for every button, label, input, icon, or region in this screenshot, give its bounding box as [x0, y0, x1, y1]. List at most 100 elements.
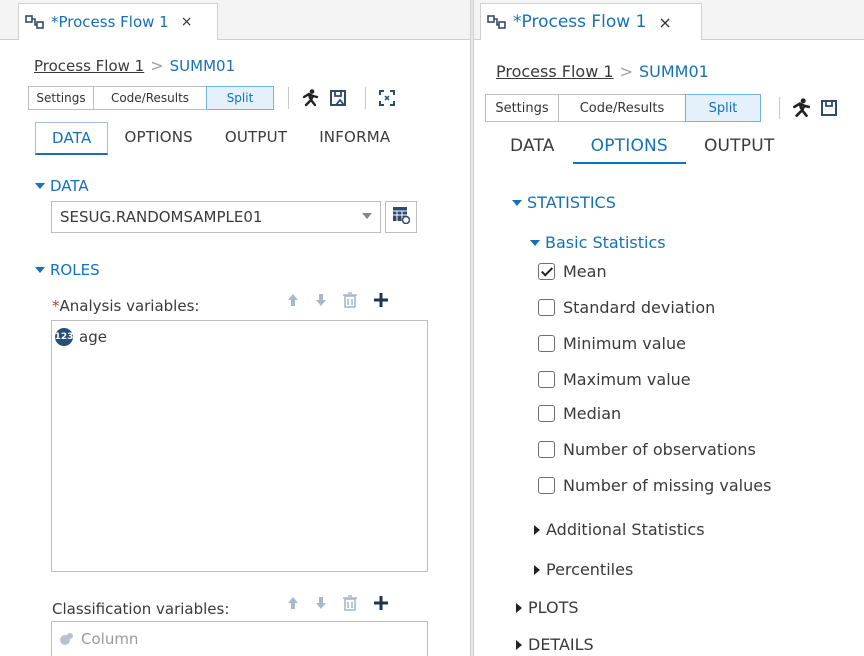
std-dev-checkbox[interactable] [538, 299, 555, 316]
basic-statistics-header[interactable]: Basic Statistics [530, 233, 666, 252]
roles-section-header[interactable]: ROLES [35, 261, 100, 279]
mean-checkbox[interactable] [538, 263, 555, 280]
max-value-checkbox-row[interactable]: Maximum value [538, 370, 691, 389]
view-toolbar: Settings Code/Results Split [28, 86, 404, 110]
tab-title: *Process Flow 1 [513, 12, 647, 32]
collapsed-caret-icon [516, 639, 522, 650]
chevron-down-icon [362, 213, 372, 219]
classification-toolbar [287, 595, 389, 611]
tab-output[interactable]: OUTPUT [686, 130, 793, 164]
save-icon[interactable] [818, 97, 840, 119]
tab-title: *Process Flow 1 [51, 13, 169, 31]
additional-statistics-header[interactable]: Additional Statistics [534, 520, 705, 539]
median-checkbox-row[interactable]: Median [538, 404, 621, 423]
num-obs-checkbox-row[interactable]: Number of observations [538, 440, 756, 459]
sub-tabs: DATA OPTIONS OUTPUT [492, 130, 792, 164]
process-flow-icon [25, 14, 45, 30]
move-up-icon[interactable] [287, 596, 299, 610]
split-button[interactable]: Split [206, 86, 274, 110]
breadcrumb: Process Flow 1 > SUMM01 [34, 56, 235, 75]
expand-caret-icon [530, 239, 540, 246]
code-results-button[interactable]: Code/Results [93, 86, 207, 110]
breadcrumb-parent-link[interactable]: Process Flow 1 [496, 62, 614, 81]
list-item[interactable]: 123 age [55, 328, 107, 346]
median-checkbox[interactable] [538, 405, 555, 422]
toolbar-separator [779, 97, 780, 119]
tab-process-flow[interactable]: *Process Flow 1 × [18, 3, 218, 40]
run-icon[interactable] [790, 97, 812, 119]
split-button[interactable]: Split [685, 94, 761, 122]
toolbar-separator [365, 87, 366, 109]
close-icon[interactable]: × [658, 13, 671, 32]
num-obs-checkbox[interactable] [538, 441, 555, 458]
right-pane: *Process Flow 1 × Process Flow 1 > SUMM0… [474, 0, 864, 656]
statistics-section-header[interactable]: STATISTICS [512, 193, 616, 212]
breadcrumb-current: SUMM01 [638, 62, 709, 81]
toolbar-separator [288, 87, 289, 109]
std-dev-checkbox-row[interactable]: Standard deviation [538, 298, 715, 317]
num-missing-checkbox[interactable] [538, 477, 555, 494]
plots-header[interactable]: PLOTS [516, 598, 579, 617]
dataset-value: SESUG.RANDOMSAMPLE01 [60, 208, 263, 226]
analysis-toolbar [287, 292, 389, 308]
tab-data[interactable]: DATA [492, 130, 573, 164]
collapsed-caret-icon [534, 564, 540, 575]
maximize-icon[interactable] [376, 87, 398, 109]
column-placeholder: Column [59, 630, 138, 648]
tab-information[interactable]: INFORMA [303, 122, 406, 155]
tab-data[interactable]: DATA [35, 122, 109, 155]
breadcrumb-current: SUMM01 [169, 56, 236, 75]
classification-variables-label: Classification variables: [52, 600, 230, 618]
collapsed-caret-icon [534, 524, 540, 535]
expand-caret-icon [35, 183, 45, 189]
min-value-checkbox-row[interactable]: Minimum value [538, 334, 686, 353]
left-pane: *Process Flow 1 × Process Flow 1 > SUMM0… [0, 0, 470, 656]
view-toolbar: Settings Code/Results Split [485, 94, 846, 122]
save-icon[interactable] [327, 87, 349, 109]
details-header[interactable]: DETAILS [516, 635, 594, 654]
expand-caret-icon [512, 199, 522, 206]
tab-strip: *Process Flow 1 × [0, 0, 470, 40]
tab-options[interactable]: OPTIONS [108, 122, 208, 155]
process-flow-icon [487, 14, 507, 30]
min-value-checkbox[interactable] [538, 335, 555, 352]
numeric-variable-icon: 123 [55, 328, 73, 346]
run-icon[interactable] [299, 87, 321, 109]
trash-icon[interactable] [343, 292, 357, 308]
analysis-variables-label: *Analysis variables: [52, 297, 200, 315]
settings-button[interactable]: Settings [485, 94, 559, 122]
tab-output[interactable]: OUTPUT [209, 122, 303, 155]
move-down-icon[interactable] [315, 596, 327, 610]
table-icon [392, 206, 411, 228]
num-missing-checkbox-row[interactable]: Number of missing values [538, 476, 771, 495]
code-results-button[interactable]: Code/Results [558, 94, 686, 122]
move-up-icon[interactable] [287, 293, 299, 307]
mean-checkbox-row[interactable]: Mean [538, 262, 607, 281]
close-icon[interactable]: × [181, 14, 193, 30]
percentiles-header[interactable]: Percentiles [534, 560, 633, 579]
column-icon [60, 633, 73, 645]
tab-options[interactable]: OPTIONS [572, 130, 686, 164]
tab-process-flow[interactable]: *Process Flow 1 × [480, 3, 702, 40]
settings-button[interactable]: Settings [28, 86, 94, 110]
trash-icon[interactable] [343, 595, 357, 611]
dataset-select[interactable]: SESUG.RANDOMSAMPLE01 [51, 201, 381, 233]
breadcrumb-separator: > [619, 62, 633, 81]
table-properties-button[interactable] [385, 201, 417, 233]
breadcrumb-separator: > [150, 56, 164, 75]
breadcrumb-parent-link[interactable]: Process Flow 1 [34, 57, 144, 75]
max-value-checkbox[interactable] [538, 371, 555, 388]
add-icon[interactable] [373, 595, 389, 611]
add-icon[interactable] [373, 292, 389, 308]
breadcrumb: Process Flow 1 > SUMM01 [496, 62, 709, 81]
data-section-header[interactable]: DATA [35, 177, 89, 195]
collapsed-caret-icon [516, 602, 522, 613]
expand-caret-icon [35, 267, 45, 273]
classification-variables-list[interactable]: Column [51, 621, 428, 656]
sub-tabs: DATA OPTIONS OUTPUT INFORMA [35, 122, 406, 155]
tab-strip: *Process Flow 1 × [474, 0, 864, 40]
move-down-icon[interactable] [315, 293, 327, 307]
analysis-variables-list[interactable]: 123 age [51, 320, 428, 572]
required-marker: * [52, 297, 60, 315]
variable-name: age [79, 328, 107, 346]
